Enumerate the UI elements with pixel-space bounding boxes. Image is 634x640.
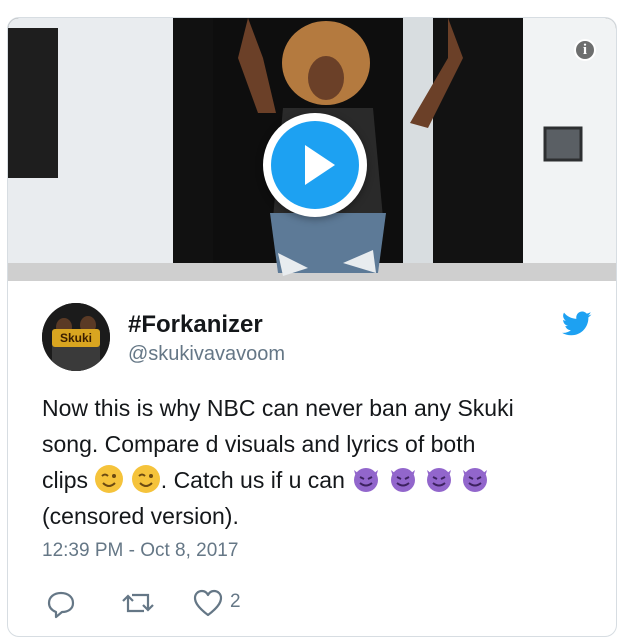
play-icon: [271, 121, 359, 209]
author-handle[interactable]: @skukivavavoom: [128, 343, 285, 366]
tweet-text-line: (censored version).: [42, 503, 239, 529]
play-button[interactable]: [263, 113, 367, 217]
smiling-face-with-horns-icon: [427, 468, 452, 492]
smiling-face-with-horns-icon: [354, 468, 379, 492]
author-name[interactable]: #Forkanizer: [128, 311, 263, 339]
tweet-text-line: song. Compare d visuals and lyrics of bo…: [42, 431, 476, 457]
tweet-text-segment: clips: [42, 467, 95, 493]
like-count: 2: [230, 591, 241, 612]
avatar-logo: Skuki: [52, 329, 100, 347]
retweet-icon[interactable]: [120, 585, 156, 621]
twitter-bird-icon[interactable]: [562, 311, 592, 337]
tweet-header: Skuki #Forkanizer @skukivavavoom: [42, 303, 602, 373]
tweet-text: Now this is why NBC can never ban any Sk…: [42, 390, 602, 534]
winking-face-icon: [95, 465, 124, 493]
tweet-text-segment: . Catch us if u can: [160, 467, 352, 493]
smiling-face-with-horns-icon: [390, 468, 415, 492]
smiling-face-with-horns-icon: [463, 468, 488, 492]
avatar[interactable]: Skuki: [42, 303, 110, 371]
heart-icon[interactable]: [192, 585, 224, 621]
timestamp-link[interactable]: 12:39 PM - Oct 8, 2017: [42, 540, 238, 562]
info-icon[interactable]: i: [574, 39, 596, 61]
tweet-card[interactable]: i Skuki #Forkanizer @skukivavavoom Now t…: [7, 17, 617, 637]
winking-face-icon: [131, 465, 160, 493]
video-thumbnail[interactable]: i: [8, 18, 616, 281]
action-bar: 2: [42, 585, 342, 621]
tweet-text-line: Now this is why NBC can never ban any Sk…: [42, 395, 514, 421]
reply-icon[interactable]: [46, 585, 76, 621]
tweet-text-line: clips . Catch us if u can: [42, 462, 602, 498]
